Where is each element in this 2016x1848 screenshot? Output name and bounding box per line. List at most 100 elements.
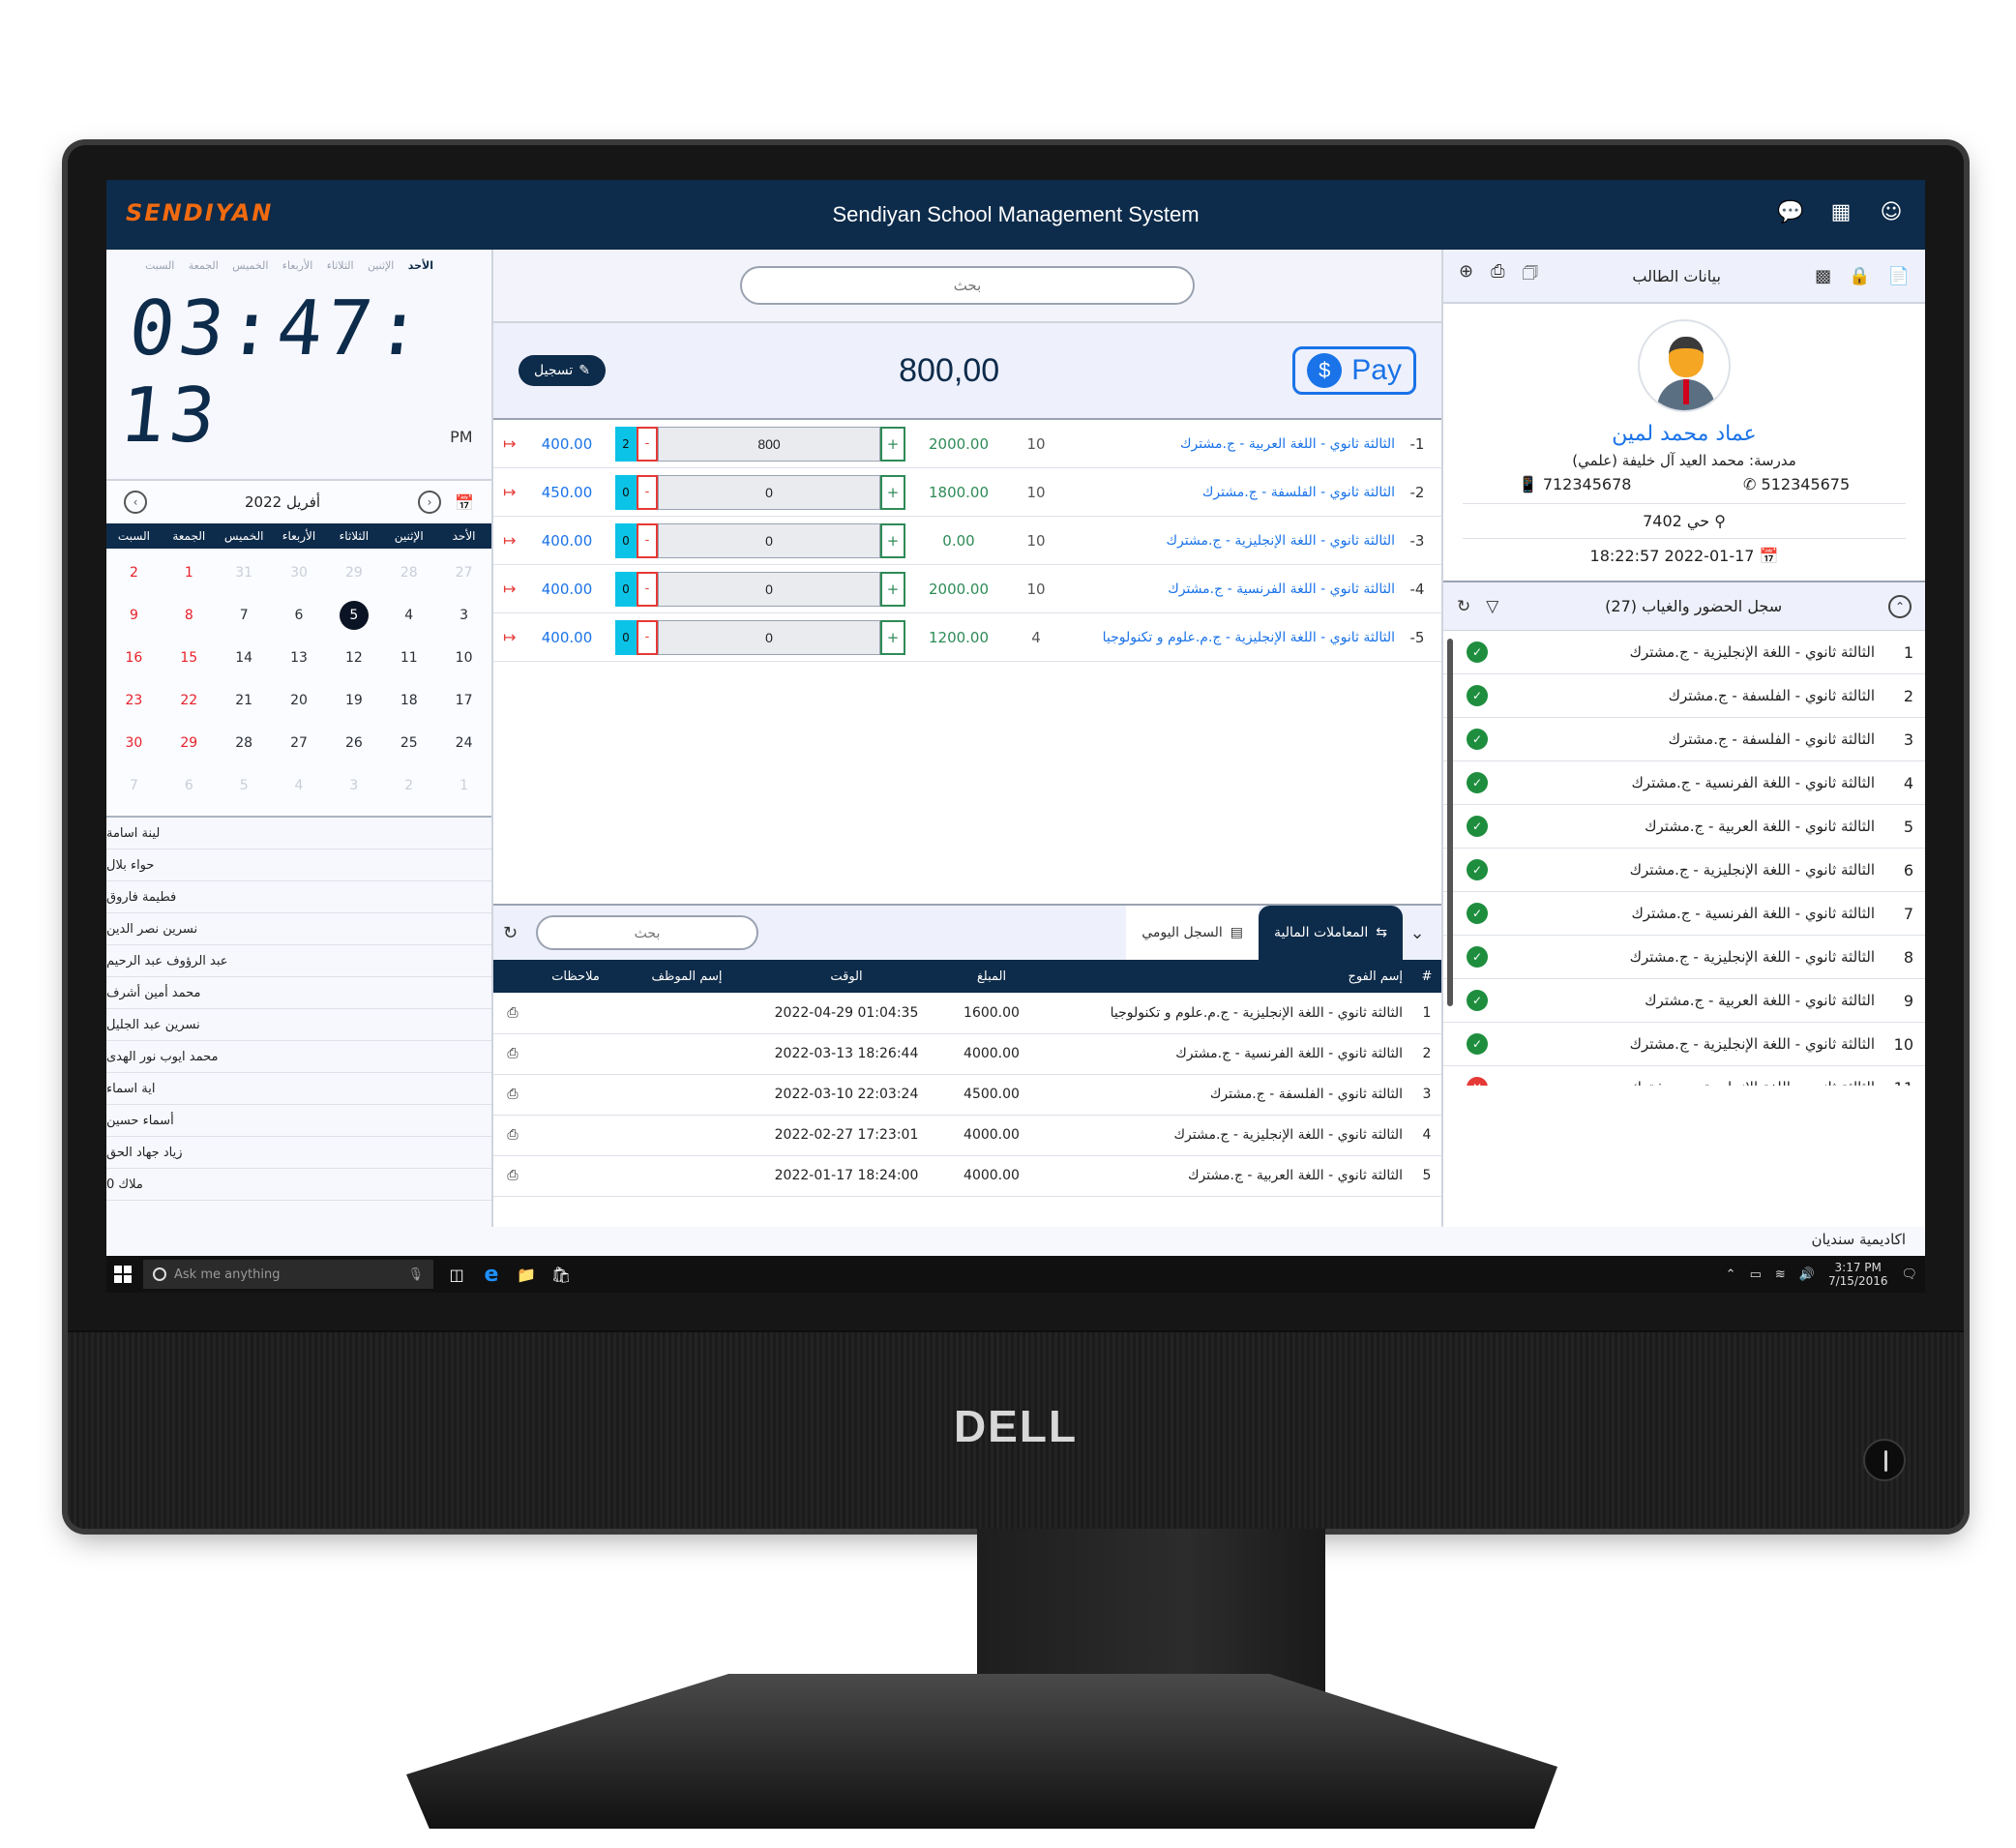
list-item[interactable]: ✓ الثالثة ثانوي - اللغة العربية - ج.مشترك… [1443, 979, 1925, 1023]
fee-group-link[interactable]: الثالثة ثانوي - اللغة العربية - ج.مشترك [1060, 436, 1403, 452]
search-input[interactable] [740, 266, 1195, 305]
calendar-day[interactable]: 1 [162, 558, 217, 587]
volume-icon[interactable]: 🔊 [1799, 1267, 1815, 1282]
calendar-day[interactable]: 21 [217, 686, 272, 715]
calendar-today-icon[interactable]: 📅 [455, 493, 474, 512]
calendar-day[interactable]: 29 [326, 558, 381, 587]
calendar-day[interactable]: 30 [106, 729, 162, 758]
taskbar-clock[interactable]: 3:17 PM 7/15/2016 [1828, 1261, 1888, 1288]
print-icon[interactable]: ⎙ [507, 1046, 518, 1061]
calendar-day[interactable]: 28 [217, 729, 272, 758]
battery-icon[interactable]: ▭ [1750, 1267, 1762, 1282]
calendar-day[interactable]: 23 [106, 686, 162, 715]
tab-daily-log[interactable]: ▤ السجل اليومي [1126, 906, 1259, 960]
calendar-day[interactable]: 4 [272, 771, 327, 800]
transactions-search-input[interactable] [536, 915, 758, 950]
col-time[interactable]: الوقت [755, 960, 938, 993]
increment-button[interactable]: + [880, 619, 905, 655]
list-item[interactable]: ✓ الثالثة ثانوي - اللغة الإنجليزية - ج.مش… [1443, 849, 1925, 892]
list-item[interactable]: ✓ الثالثة ثانوي - اللغة الإنجليزية - ج.مش… [1443, 631, 1925, 674]
calendar-day[interactable]: 10 [436, 643, 491, 672]
list-item[interactable]: نسرين نصر الدين [106, 913, 491, 945]
list-item[interactable]: ✓ الثالثة ثانوي - اللغة الإنجليزية - ج.مش… [1443, 936, 1925, 979]
calendar-day[interactable]: 26 [326, 729, 381, 758]
fee-group-link[interactable]: الثالثة ثانوي - اللغة الإنجليزية - ج.مشت… [1060, 533, 1403, 549]
calendar-day[interactable]: 9 [106, 601, 162, 630]
list-item[interactable]: حواء بلال [106, 849, 491, 881]
col-notes[interactable]: ملاحظات [532, 960, 619, 993]
calendar-day[interactable]: 7 [106, 771, 162, 800]
print-icon[interactable]: ⎙ [507, 1087, 518, 1102]
calendar-day[interactable]: 30 [272, 558, 327, 587]
decrement-button[interactable]: - [637, 619, 658, 655]
amount-input[interactable] [658, 426, 880, 462]
decrement-button[interactable]: - [637, 474, 658, 510]
calendar-day[interactable]: 6 [272, 601, 327, 630]
calendar-day[interactable]: 7 [217, 601, 272, 630]
increment-button[interactable]: + [880, 426, 905, 462]
list-item[interactable]: محمد أمين أشرف [106, 977, 491, 1009]
print-icon[interactable]: ⎙ [507, 1127, 518, 1143]
calendar-next-icon[interactable]: › [418, 491, 442, 514]
col-index[interactable]: # [1412, 960, 1441, 993]
calendar-day[interactable]: 29 [162, 729, 217, 758]
calendar-day[interactable]: 27 [436, 558, 491, 587]
lock-icon[interactable]: 🔒 [1849, 266, 1870, 286]
list-item[interactable]: ✓ الثالثة ثانوي - اللغة الإنجليزية - ج.مش… [1443, 1023, 1925, 1066]
decrement-button[interactable]: - [637, 522, 658, 558]
list-item[interactable]: محمد ايوب نور الهدى [106, 1041, 491, 1073]
calendar-prev-icon[interactable]: ‹ [124, 491, 147, 514]
register-button[interactable]: ✎ تسجيل [519, 355, 606, 386]
calendar-day[interactable]: 19 [326, 686, 381, 715]
calendar-day[interactable]: 28 [381, 558, 436, 587]
exit-icon[interactable]: ↦ [503, 483, 528, 501]
increment-button[interactable]: + [880, 474, 905, 510]
chevron-up-icon[interactable]: ⌃ [1726, 1267, 1736, 1282]
list-item[interactable]: ✓ الثالثة ثانوي - اللغة الفرنسية - ج.مشتر… [1443, 892, 1925, 936]
fee-group-link[interactable]: الثالثة ثانوي - الفلسفة - ج.مشترك [1060, 485, 1403, 500]
task-view-icon[interactable]: ◫ [445, 1263, 468, 1286]
calendar-day[interactable]: 17 [436, 686, 491, 715]
pay-button[interactable]: $ Pay [1292, 346, 1416, 395]
calendar-day-today[interactable]: 5 [326, 601, 381, 630]
calendar-day[interactable]: 3 [326, 771, 381, 800]
col-group-name[interactable]: إسم الفوج [1045, 960, 1412, 993]
exit-icon[interactable]: ↦ [503, 580, 528, 598]
decrement-button[interactable]: - [637, 426, 658, 462]
print-icon[interactable]: ⎙ [1491, 261, 1504, 290]
increment-button[interactable]: + [880, 522, 905, 558]
windows-start-icon[interactable] [114, 1266, 132, 1283]
col-employee[interactable]: إسم الموظف [619, 960, 755, 993]
wifi-icon[interactable]: ≋ [1775, 1267, 1786, 1282]
add-icon[interactable]: ⊕ [1459, 261, 1473, 290]
amount-input[interactable] [658, 474, 880, 510]
fee-group-link[interactable]: الثالثة ثانوي - اللغة الفرنسية - ج.مشترك [1060, 581, 1403, 597]
list-item[interactable]: ✓ الثالثة ثانوي - اللغة الفرنسية - ج.مشتر… [1443, 761, 1925, 805]
exit-icon[interactable]: ↦ [503, 434, 528, 453]
list-item[interactable]: ملاك 0 [106, 1169, 491, 1201]
notifications-icon[interactable]: 🗨 [1901, 1267, 1917, 1282]
calendar-day[interactable]: 8 [162, 601, 217, 630]
list-item[interactable]: ✓ الثالثة ثانوي - الفلسفة - ج.مشترك 2 [1443, 674, 1925, 718]
collapse-icon[interactable]: ⌄ [1403, 906, 1432, 960]
calendar-day[interactable]: 4 [381, 601, 436, 630]
file-explorer-icon[interactable]: 📁 [515, 1263, 538, 1286]
increment-button[interactable]: + [880, 571, 905, 607]
table-row[interactable]: 4 الثالثة ثانوي - اللغة الإنجليزية - ج.مش… [493, 1115, 1441, 1156]
calendar-day[interactable]: 1 [436, 771, 491, 800]
list-item[interactable]: ✓ الثالثة ثانوي - الفلسفة - ج.مشترك 3 [1443, 718, 1925, 761]
taskbar-search[interactable]: Ask me anything 🎙 [143, 1260, 433, 1289]
list-item[interactable]: ✕الثالثة ثانوي - اللغة الإنجليزية - ج.مش… [1443, 1066, 1925, 1086]
exit-icon[interactable]: ↦ [503, 531, 528, 550]
fee-group-link[interactable]: الثالثة ثانوي - اللغة الإنجليزية - ج.م.ع… [1060, 630, 1403, 645]
calendar-day[interactable]: 16 [106, 643, 162, 672]
filter-icon[interactable]: ▽ [1486, 597, 1498, 616]
calendar-day[interactable]: 2 [106, 558, 162, 587]
list-item[interactable]: زياد جهاد الحق [106, 1137, 491, 1169]
calendar-day[interactable]: 18 [381, 686, 436, 715]
id-card-icon[interactable]: 🗇 [1523, 261, 1539, 290]
calendar-day[interactable]: 31 [217, 558, 272, 587]
decrement-button[interactable]: - [637, 571, 658, 607]
calendar-day[interactable]: 5 [217, 771, 272, 800]
list-item[interactable]: فطيمة فاروق [106, 881, 491, 913]
